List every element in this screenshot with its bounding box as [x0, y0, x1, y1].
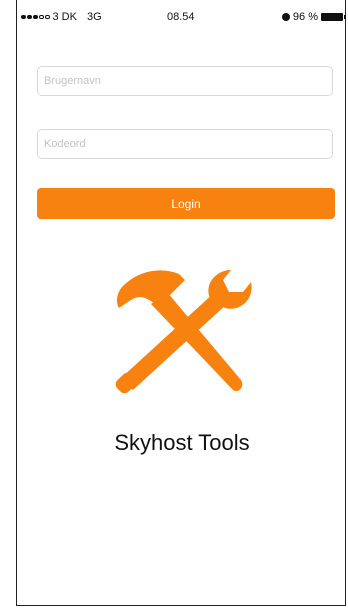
- clock: 08.54: [167, 11, 195, 23]
- username-field-container: [37, 66, 333, 96]
- alarm-icon: [281, 13, 290, 21]
- password-input[interactable]: [38, 130, 332, 158]
- login-button[interactable]: Login: [37, 188, 335, 219]
- status-bar: 3 DK 3G 08.54 96 %: [17, 10, 347, 28]
- battery-icon: [321, 13, 346, 21]
- phone-screen: 3 DK 3G 08.54 96 % Login Skyhost Tools: [16, 0, 346, 606]
- network-type: 3G: [86, 11, 102, 23]
- status-left: 3 DK 3G: [21, 11, 102, 23]
- hammer-wrench-logo-icon: [115, 270, 252, 394]
- battery-percent: 96 %: [292, 11, 318, 23]
- status-right: 96 %: [281, 11, 346, 23]
- username-input[interactable]: [38, 67, 332, 95]
- signal-strength-icon: [21, 14, 50, 20]
- password-field-container: [37, 129, 333, 159]
- carrier-name: 3 DK: [52, 11, 77, 23]
- app-title: Skyhost Tools: [114, 430, 250, 455]
